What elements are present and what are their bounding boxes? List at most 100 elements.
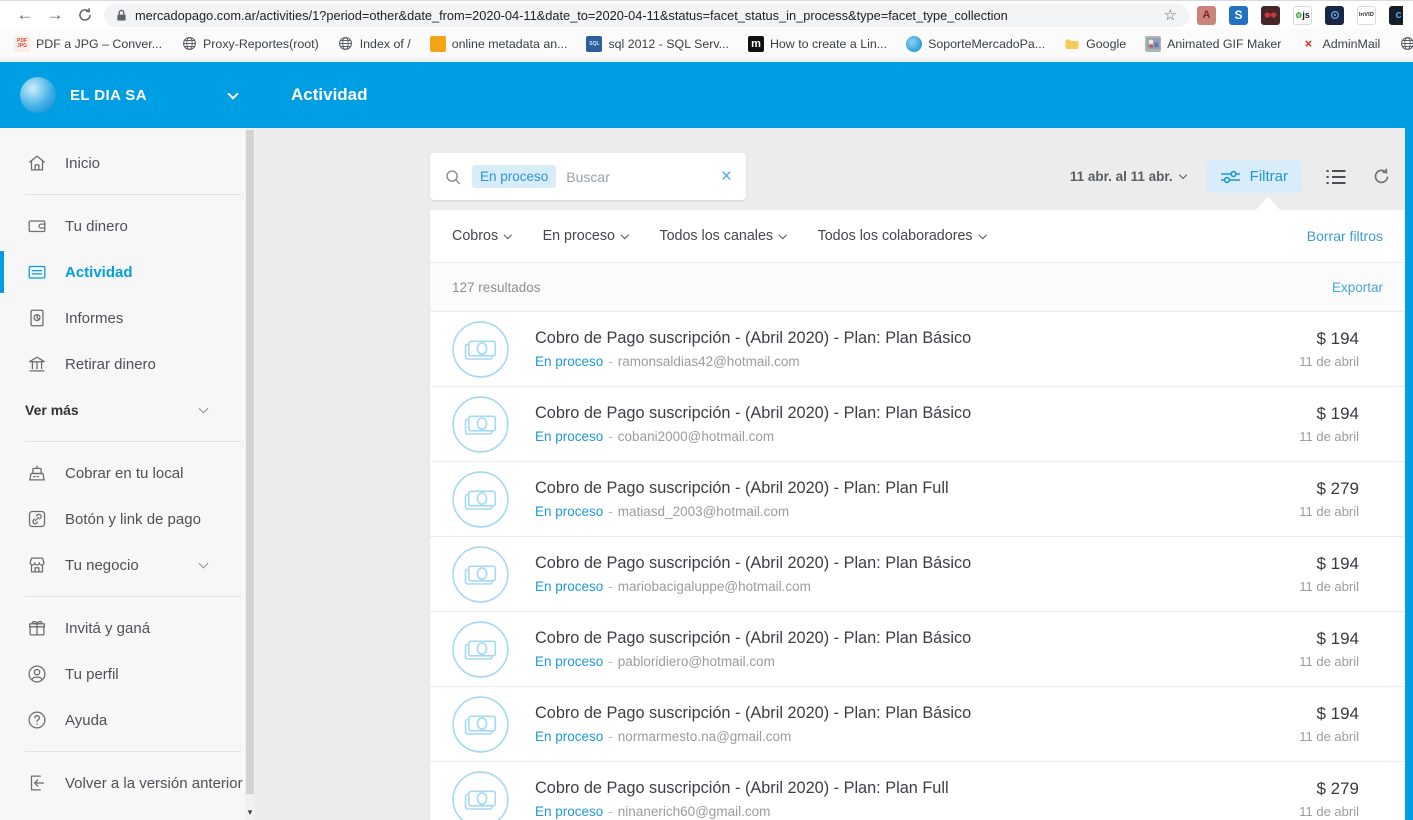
- report-icon: [25, 306, 49, 330]
- s-extension-icon[interactable]: S: [1229, 6, 1248, 25]
- globe-favicon: [181, 36, 197, 52]
- sidebar-item-retirar-dinero[interactable]: Retirar dinero: [0, 341, 255, 387]
- search-icon: [444, 168, 462, 186]
- bookmark-nvs-2[interactable]: NVS-2: [1399, 36, 1413, 52]
- register-icon: [25, 461, 49, 485]
- c-extension-icon[interactable]: c: [1389, 6, 1403, 25]
- sidebar-scrollbar[interactable]: ▾: [245, 128, 255, 820]
- mercadopago-page: EL DIA SA Inicio Tu dinero ActividadInform…: [0, 58, 1413, 820]
- separator: -: [608, 729, 613, 744]
- sidebar-item-actividad[interactable]: Actividad: [0, 249, 255, 295]
- bookmark-index-of[interactable]: Index of /: [338, 36, 411, 52]
- gif-favicon: [1145, 36, 1161, 52]
- invid-extension-icon[interactable]: InVID: [1357, 6, 1376, 25]
- sidebar-item-tu-dinero[interactable]: Tu dinero: [0, 203, 255, 249]
- payer-email: mariobacigaluppe@hotmail.com: [618, 579, 811, 594]
- date: 11 de abril: [1299, 804, 1359, 819]
- search-box[interactable]: En proceso ×: [430, 153, 746, 200]
- transactions-list: Cobro de Pago suscripción - (Abril 2020)…: [430, 312, 1405, 820]
- status-filter-chip[interactable]: En proceso: [472, 165, 556, 188]
- transaction-row[interactable]: Cobro de Pago suscripción - (Abril 2020)…: [430, 537, 1405, 612]
- search-input[interactable]: [566, 169, 715, 185]
- page-scrollbar[interactable]: [1405, 62, 1413, 820]
- date: 11 de abril: [1299, 354, 1359, 369]
- filter-button[interactable]: Filtrar: [1206, 160, 1302, 193]
- refresh-icon[interactable]: [1372, 167, 1391, 186]
- transaction-row[interactable]: Cobro de Pago suscripción - (Abril 2020)…: [430, 387, 1405, 462]
- transaction-row[interactable]: Cobro de Pago suscripción - (Abril 2020)…: [430, 612, 1405, 687]
- transaction-title: Cobro de Pago suscripción - (Abril 2020)…: [535, 629, 971, 648]
- sidebar: EL DIA SA Inicio Tu dinero ActividadInform…: [0, 62, 255, 820]
- sidebar-item-cobrar-en-tu-local[interactable]: Cobrar en tu local: [0, 450, 255, 496]
- scrollbar-thumb[interactable]: [246, 130, 254, 794]
- payer-email: pabloridiero@hotmail.com: [618, 654, 775, 669]
- filter-popover-caret: [1255, 197, 1281, 211]
- main-area: Actividad En proceso × 11 abr. al 11 abr…: [255, 62, 1413, 820]
- sidebar-item-tu-negocio[interactable]: Tu negocio: [0, 542, 255, 588]
- forward-icon[interactable]: →: [40, 2, 70, 28]
- sidebar-item-label: Invitá y ganá: [65, 620, 150, 637]
- transaction-row[interactable]: Cobro de Pago suscripción - (Abril 2020)…: [430, 312, 1405, 387]
- clear-search-icon[interactable]: ×: [721, 167, 732, 186]
- bookmark-adminmail[interactable]: ×AdminMail: [1300, 36, 1380, 52]
- bookmark-soportemercadopa[interactable]: SoporteMercadoPa...: [906, 36, 1045, 52]
- url-bar[interactable]: mercadopago.com.ar/activities/1?period=o…: [104, 4, 1189, 27]
- payment-money-icon: [452, 546, 509, 603]
- filter-dropdown-todos-los-colaboradores[interactable]: Todos los colaboradores: [818, 228, 985, 244]
- bookmark-label: SoporteMercadoPa...: [928, 37, 1045, 51]
- account-switcher[interactable]: EL DIA SA: [0, 62, 255, 128]
- target-extension-icon[interactable]: [1325, 6, 1344, 25]
- sidebar-item-tu-perfil[interactable]: Tu perfil: [0, 651, 255, 697]
- sidebar-item-label: Volver a la versión anterior: [65, 775, 243, 792]
- sidebar-item-label: Tu negocio: [65, 557, 139, 574]
- sidebar-item-ayuda[interactable]: Ayuda: [0, 697, 255, 743]
- transaction-amount-block: $ 19411 de abril: [1299, 404, 1359, 444]
- clear-filters-link[interactable]: Borrar filtros: [1307, 228, 1383, 244]
- bookmark-star-icon[interactable]: ☆: [1164, 6, 1177, 24]
- help-icon: [25, 708, 49, 732]
- payment-money-icon: [452, 396, 509, 453]
- sidebar-item-inicio[interactable]: Inicio: [0, 140, 255, 186]
- chevron-down-icon: [199, 558, 209, 568]
- filter-dropdown-cobros[interactable]: Cobros: [452, 228, 511, 244]
- sidebar-item-label: Retirar dinero: [65, 356, 156, 373]
- status-badge: En proceso: [535, 354, 603, 369]
- bookmark-animated-gif-maker[interactable]: Animated GIF Maker: [1145, 36, 1281, 52]
- chevron-down-icon: [978, 231, 986, 239]
- back-icon[interactable]: ←: [10, 2, 40, 28]
- sidebar-item-informes[interactable]: Informes: [0, 295, 255, 341]
- mask-extension-icon[interactable]: [1261, 6, 1280, 25]
- bookmark-label: How to create a Lin...: [770, 37, 887, 51]
- sidebar-item-volver-a-la-version-anterior[interactable]: Volver a la versión anterior: [0, 760, 255, 806]
- transaction-title: Cobro de Pago suscripción - (Abril 2020)…: [535, 329, 971, 348]
- filter-dropdown-todos-los-canales[interactable]: Todos los canales: [659, 228, 785, 244]
- bookmark-google[interactable]: Google: [1064, 36, 1126, 52]
- filter-dropdown-en-proceso[interactable]: En proceso: [543, 228, 628, 244]
- acrobat-extension-icon[interactable]: A: [1197, 6, 1216, 25]
- payer-email: matiasd_2003@hotmail.com: [618, 504, 789, 519]
- transaction-row[interactable]: Cobro de Pago suscripción - (Abril 2020)…: [430, 462, 1405, 537]
- bookmark-online-metadata-an[interactable]: online metadata an...: [430, 36, 568, 52]
- date-range-selector[interactable]: 11 abr. al 11 abr.: [1070, 169, 1186, 184]
- transaction-row[interactable]: Cobro de Pago suscripción - (Abril 2020)…: [430, 762, 1405, 820]
- transaction-row[interactable]: Cobro de Pago suscripción - (Abril 2020)…: [430, 687, 1405, 762]
- scrollbar-down-arrow[interactable]: ▾: [245, 807, 255, 818]
- pdf-favicon: PDFJPG: [14, 36, 30, 52]
- dropdown-label: En proceso: [543, 228, 615, 244]
- transaction-subtitle: En proceso-mariobacigaluppe@hotmail.com: [535, 579, 971, 594]
- js-extension-icon[interactable]: ⚙js: [1293, 6, 1312, 25]
- export-link[interactable]: Exportar: [1332, 280, 1383, 295]
- bookmark-pdf-a-jpg-conver[interactable]: PDFJPGPDF a JPG – Conver...: [14, 36, 162, 52]
- avatar: [20, 77, 56, 113]
- orange-favicon: [430, 36, 446, 52]
- bookmark-sql-2012-sql-serv[interactable]: SQLsql 2012 - SQL Serv...: [586, 36, 729, 52]
- reload-icon[interactable]: [70, 7, 100, 23]
- sidebar-item-ver-mas[interactable]: Ver más: [0, 387, 255, 433]
- sidebar-item-invita-y-gana[interactable]: Invitá y ganá: [0, 605, 255, 651]
- bookmark-proxy-reportes-root[interactable]: Proxy-Reportes(root): [181, 36, 319, 52]
- sidebar-item-label: Tu dinero: [65, 218, 128, 235]
- sidebar-item-boton-y-link-de-pago[interactable]: Botón y link de pago: [0, 496, 255, 542]
- bookmark-how-to-create-a-lin[interactable]: mHow to create a Lin...: [748, 36, 887, 52]
- list-view-icon[interactable]: [1326, 169, 1346, 185]
- transaction-amount-block: $ 19411 de abril: [1299, 554, 1359, 594]
